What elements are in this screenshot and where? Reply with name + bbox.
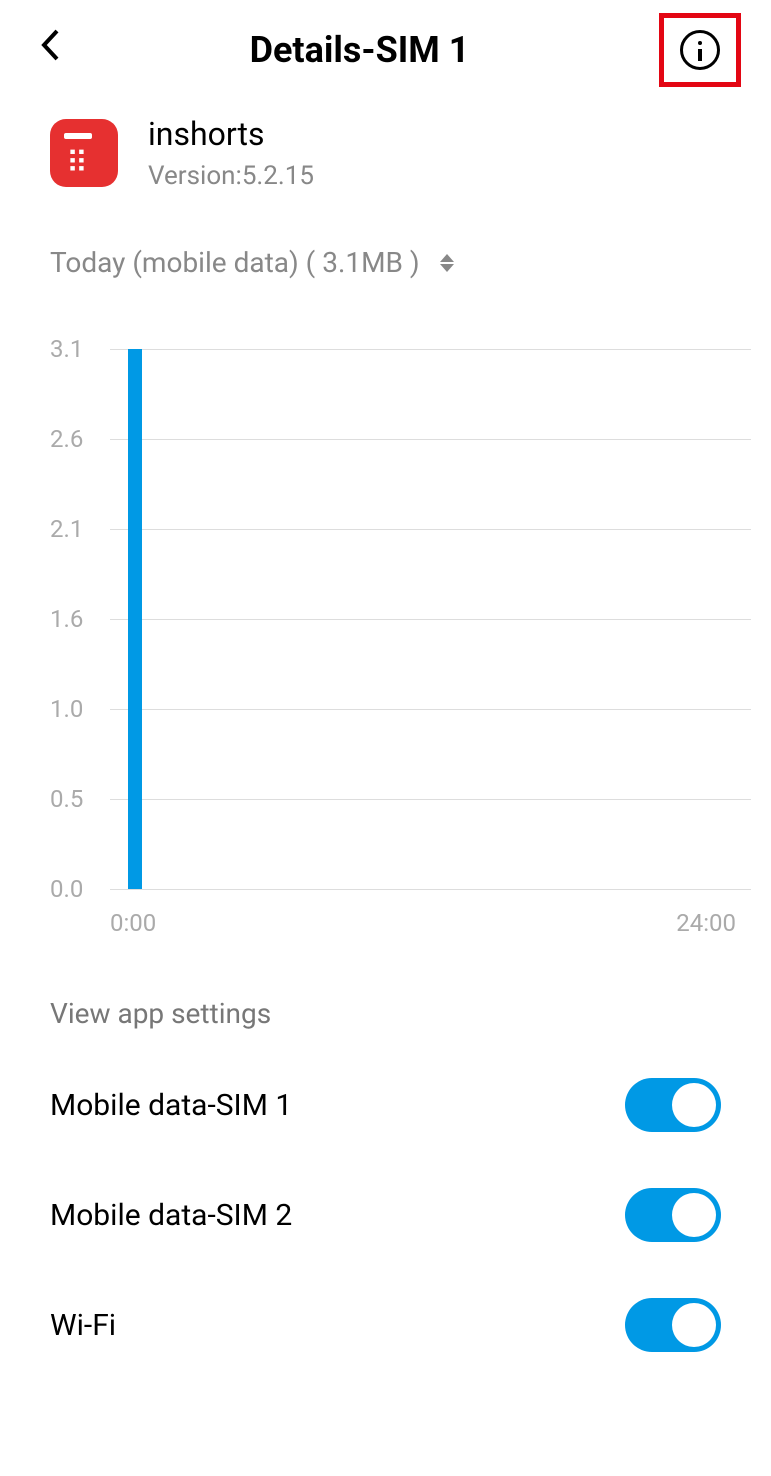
app-version: Version:5.2.15 (148, 161, 314, 191)
chart-plot-area: 3.1 2.6 2.1 1.6 1.0 0.5 0.0 (110, 349, 751, 889)
toggle-wifi[interactable] (625, 1298, 721, 1352)
chevron-left-icon (40, 28, 60, 62)
y-tick: 0.0 (50, 875, 83, 903)
setting-label: Wi-Fi (50, 1308, 116, 1343)
y-tick: 1.0 (50, 695, 83, 723)
toggle-knob (672, 1083, 716, 1127)
toggle-knob (672, 1193, 716, 1237)
toggle-sim2[interactable] (625, 1188, 721, 1242)
y-tick: 3.1 (50, 335, 83, 363)
app-name: inshorts (148, 115, 314, 153)
toggle-sim1[interactable] (625, 1078, 721, 1132)
y-tick: 2.6 (50, 425, 83, 453)
toggle-knob (672, 1303, 716, 1347)
filter-text: Today (mobile data) ( 3.1MB ) (50, 246, 420, 279)
y-tick: 1.6 (50, 605, 83, 633)
usage-chart: 3.1 2.6 2.1 1.6 1.0 0.5 0.0 0:00 24:00 (0, 309, 771, 937)
x-tick: 0:00 (110, 909, 156, 937)
y-tick: 0.5 (50, 785, 83, 813)
info-icon[interactable] (680, 30, 720, 70)
x-tick: 24:00 (676, 909, 736, 937)
setting-row-sim1: Mobile data-SIM 1 (0, 1050, 771, 1160)
page-title: Details-SIM 1 (250, 29, 470, 71)
setting-label: Mobile data-SIM 2 (50, 1198, 292, 1233)
filter-row[interactable]: Today (mobile data) ( 3.1MB ) (0, 216, 771, 309)
app-icon (50, 119, 118, 187)
header: Details-SIM 1 (0, 0, 771, 90)
y-tick: 2.1 (50, 515, 83, 543)
section-title: View app settings (0, 937, 771, 1050)
setting-row-wifi: Wi-Fi (0, 1270, 771, 1380)
x-axis-labels: 0:00 24:00 (110, 909, 751, 937)
sort-icon (440, 254, 454, 272)
back-button[interactable] (40, 28, 60, 72)
chart-bar (128, 349, 142, 889)
info-button-highlight (659, 13, 741, 87)
app-info-row: inshorts Version:5.2.15 (0, 90, 771, 216)
setting-label: Mobile data-SIM 1 (50, 1088, 292, 1123)
app-info: inshorts Version:5.2.15 (148, 115, 314, 191)
setting-row-sim2: Mobile data-SIM 2 (0, 1160, 771, 1270)
